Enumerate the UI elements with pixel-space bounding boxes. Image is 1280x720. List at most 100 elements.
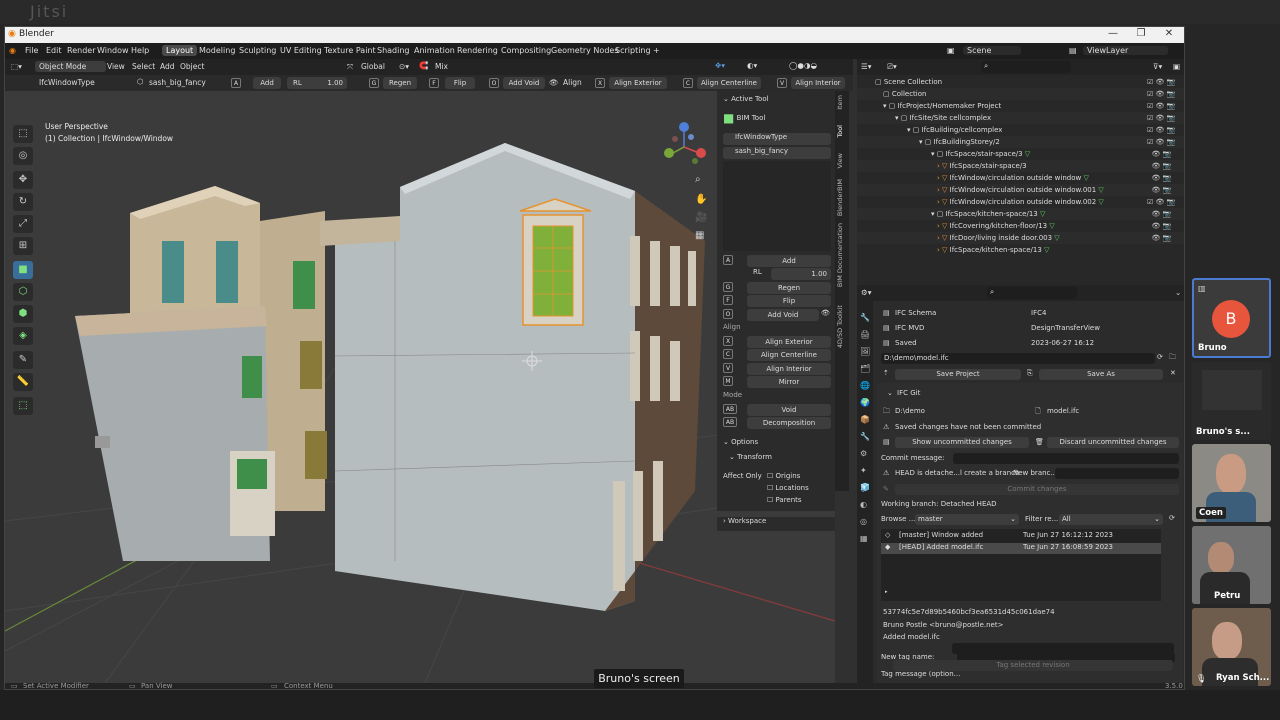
outliner-row[interactable]: › ▽ IfcDoor/living inside door.003 ▽ <box>857 232 1184 244</box>
align-centerline-button[interactable]: Align Centerline <box>747 349 831 361</box>
tab-layout[interactable]: Layout <box>162 45 198 56</box>
visibility-toggles[interactable]: ☑ 👁 📷 ☑ 👁 📷 ☑ 👁 📷 ☑ 👁 📷 ☑ 👁 📷 ☑ 👁 📷 👁 📷 … <box>1147 76 1183 256</box>
tab-4d5d-toolkit[interactable]: 4D/5D Toolkit <box>836 305 844 348</box>
bim-wall-tool-icon[interactable]: ⬡ <box>13 283 33 301</box>
tab-rendering[interactable]: Rendering <box>453 45 502 56</box>
element-selector[interactable]: sash_big_fancy <box>723 147 831 159</box>
tab-uv-editing[interactable]: UV Editing <box>276 45 326 56</box>
shading-mix-selector[interactable]: Mix <box>435 62 448 71</box>
tab-animation[interactable]: Animation <box>410 45 459 56</box>
rotate-tool-icon[interactable]: ↻ <box>13 193 33 211</box>
minimize-icon[interactable]: — <box>1099 28 1127 39</box>
commit-message-input[interactable] <box>953 453 1179 464</box>
add-workspace-button[interactable]: + <box>649 45 664 56</box>
shading-modes-icon[interactable]: ◯●◑◒ <box>789 61 817 70</box>
origins-checkbox[interactable]: ☐ Origins <box>767 472 800 480</box>
outliner-row[interactable]: ▢ Scene Collection <box>857 76 1184 88</box>
filter-select[interactable]: All ⌄ <box>1059 514 1163 525</box>
options-header[interactable]: ⌄ Options <box>723 438 831 450</box>
editor-type-icon[interactable]: ⬚▾ <box>11 62 22 71</box>
menu-file[interactable]: File <box>25 46 38 55</box>
align-exterior-button[interactable]: Align Exterior <box>609 77 667 89</box>
eye-icon[interactable]: 👁 <box>821 309 830 317</box>
list-item[interactable]: ◆ [HEAD] Added model.ifc Tue Jun 27 16:08:… <box>881 543 1161 554</box>
menu-edit[interactable]: Edit <box>46 46 62 55</box>
workspace-header[interactable]: › Workspace <box>717 517 835 531</box>
locations-checkbox[interactable]: ☐ Locations <box>767 484 809 492</box>
bim-tool-row[interactable]: ■ BIM Tool <box>723 111 831 129</box>
zoom-icon[interactable]: ⌕ <box>695 174 701 185</box>
rl-value-field[interactable]: 1.00 <box>771 268 831 280</box>
menu-add[interactable]: Add <box>160 62 175 71</box>
align-centerline-button[interactable]: Align Centerline <box>697 77 761 89</box>
display-mode-icon[interactable]: ⎚▾ <box>887 62 897 72</box>
outliner-search-input[interactable]: ⌕ <box>981 61 1071 73</box>
outliner-row[interactable]: ▾ ▢ IfcProject/Homemaker Project <box>857 100 1184 112</box>
outliner-row[interactable]: ▾ ▢ IfcBuildingStorey/2 <box>857 136 1184 148</box>
menu-help[interactable]: Help <box>131 46 149 55</box>
outliner-editor-icon[interactable]: ☰▾ <box>861 62 872 71</box>
menu-window[interactable]: Window <box>97 46 129 55</box>
pan-hand-icon[interactable]: ✋ <box>695 194 707 205</box>
add-void-button[interactable]: Add Void <box>747 309 819 321</box>
snap-icon[interactable]: 🧲 <box>419 61 428 70</box>
mirror-button[interactable]: Mirror <box>747 376 831 388</box>
outliner-row[interactable]: ▾ ▢ IfcSpace/stair-space/3 ▽ <box>857 148 1184 160</box>
outliner-row[interactable]: ▢ Collection <box>857 88 1184 100</box>
camera-icon[interactable]: 🎥 <box>695 212 707 223</box>
tab-tool[interactable]: Tool <box>836 125 844 138</box>
filter-icon[interactable]: ⊽▾ <box>1153 62 1162 71</box>
commit-changes-button[interactable]: Commit changes <box>895 484 1179 495</box>
tab-modeling[interactable]: Modeling <box>195 45 239 56</box>
grid-view-icon[interactable]: ▦ <box>695 230 704 241</box>
gizmo-toggle-icon[interactable]: ✥▾ <box>715 61 725 70</box>
void-button[interactable]: Void <box>747 404 831 416</box>
refresh-icon[interactable]: ⟳ <box>1169 514 1175 522</box>
add-button[interactable]: Add <box>747 255 831 267</box>
outliner-row[interactable]: › ▽ IfcSpace/stair-space/3 <box>857 160 1184 172</box>
outliner-row[interactable]: ▾ ▢ IfcSite/Site cellcomplex <box>857 112 1184 124</box>
participant-tile-ryan[interactable]: 🎙 Ryan Sch... <box>1192 608 1271 686</box>
align-interior-button[interactable]: Align Interior <box>791 77 845 89</box>
annotate-tool-icon[interactable]: ✎ <box>13 351 33 369</box>
outliner-row[interactable]: › ▽ IfcWindow/circulation outside window… <box>857 196 1184 208</box>
tab-view[interactable]: View <box>836 153 844 168</box>
new-collection-icon[interactable]: ▣ <box>1173 62 1180 71</box>
eye-icon[interactable]: 👁 <box>549 78 559 87</box>
transform-tool-icon[interactable]: ⊞ <box>13 237 33 255</box>
outliner-row[interactable]: › ▽ IfcSpace/kitchen-space/13 ▽ <box>857 244 1184 256</box>
tag-selected-button[interactable]: Tag selected revision <box>893 660 1173 671</box>
save-as-icon[interactable]: ⎘ <box>1027 369 1033 378</box>
bim-tool-icon[interactable]: ■ <box>13 261 33 279</box>
participant-tile-petru[interactable]: Petru <box>1192 526 1271 604</box>
add-button[interactable]: Add <box>253 77 281 89</box>
menu-render[interactable]: Render <box>67 46 95 55</box>
close-icon[interactable]: ✕ <box>1155 28 1183 39</box>
tab-blenderbim[interactable]: BlenderBIM <box>836 179 844 216</box>
active-tool-header[interactable]: ⌄ Active Tool <box>723 95 831 107</box>
overlay-icon[interactable]: ◐▾ <box>747 61 757 70</box>
save-project-button[interactable]: Save Project <box>895 369 1021 380</box>
tag-message-input[interactable] <box>952 643 1174 654</box>
add-void-button[interactable]: Add Void <box>503 77 545 89</box>
chevron-down-icon[interactable]: ⌄ <box>1175 288 1181 297</box>
save-as-button[interactable]: Save As <box>1039 369 1163 380</box>
cursor-tool-icon[interactable]: ◎ <box>13 147 33 165</box>
blender-menu-icon[interactable]: ◉ <box>9 46 16 55</box>
3d-viewport[interactable]: User Perspective (1) Collection | IfcWin… <box>5 91 835 683</box>
tab-texture-paint[interactable]: Texture Paint <box>320 45 380 56</box>
parents-checkbox[interactable]: ☐ Parents <box>767 496 802 504</box>
menu-object[interactable]: Object <box>180 62 204 71</box>
outliner-row[interactable]: ▾ ▢ IfcSpace/kitchen-space/13 ▽ <box>857 208 1184 220</box>
type-selector[interactable]: IfcWindowType <box>723 133 831 145</box>
view-layer-selector[interactable]: ViewLayer <box>1083 46 1169 55</box>
outliner-row[interactable]: › ▽ IfcWindow/circulation outside window… <box>857 172 1184 184</box>
ifc-path-input[interactable]: D:\demo\model.ifc <box>881 353 1155 364</box>
bim-door-tool-icon[interactable]: ◈ <box>13 327 33 345</box>
ifc-type-field[interactable]: IfcWindowType <box>39 78 95 87</box>
tab-bim-documentation[interactable]: BIM Documentation <box>836 223 844 287</box>
add-cube-tool-icon[interactable]: ⬚ <box>13 397 33 415</box>
mode-selector[interactable]: Object Mode <box>35 61 107 72</box>
tab-shading[interactable]: Shading <box>373 45 414 56</box>
tab-sculpting[interactable]: Sculpting <box>235 45 280 56</box>
